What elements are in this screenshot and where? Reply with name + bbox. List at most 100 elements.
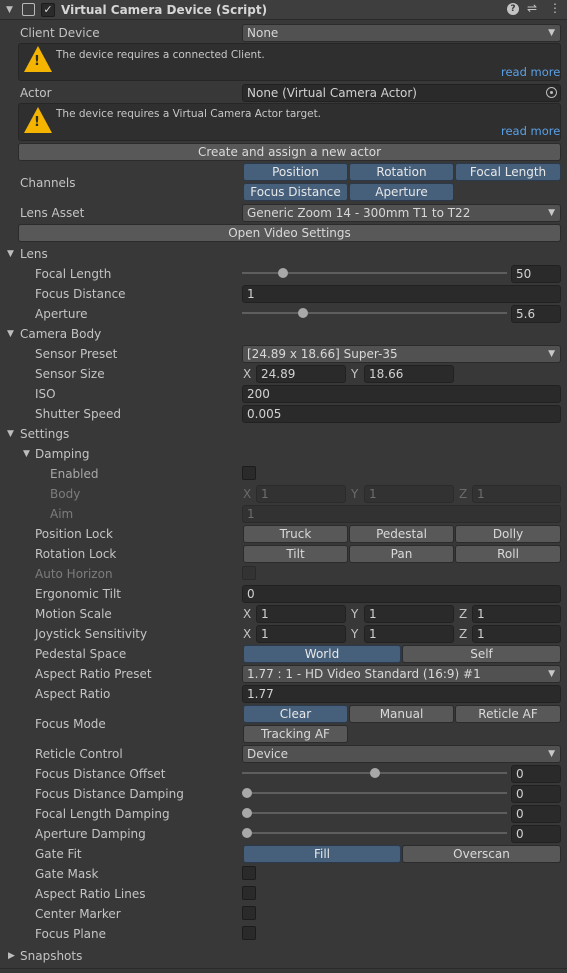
aspect-ratio-preset-label: Aspect Ratio Preset [35,667,152,681]
aspect-ratio-field[interactable]: 1.77 [242,685,561,703]
position-lock-pedestal-button[interactable]: Pedestal [349,525,454,543]
object-picker-icon[interactable] [546,87,557,98]
damping-enabled-label: Enabled [50,467,99,481]
aspect-ratio-preset-dropdown[interactable]: 1.77 : 1 - HD Video Standard (16:9) #1 ▼ [242,665,561,683]
client-device-value: None [247,26,279,40]
help-client-read-more-link[interactable]: read more [501,65,560,79]
joystick-y-field[interactable]: 1 [364,625,454,643]
rotation-lock-pan-button[interactable]: Pan [349,545,454,563]
damping-foldout-arrow[interactable]: ▼ [23,444,30,464]
motion-scale-y-field[interactable]: 1 [364,605,454,623]
focus-plane-checkbox[interactable] [242,926,256,940]
motion-scale-z-field[interactable]: 1 [472,605,561,623]
focus-distance-damping-label: Focus Distance Damping [35,787,184,801]
damping-body-label: Body [50,487,81,501]
focus-mode-tracking-af-button[interactable]: Tracking AF [243,725,348,743]
settings-foldout-arrow[interactable]: ▼ [7,424,14,444]
center-marker-checkbox[interactable] [242,906,256,920]
sensor-preset-dropdown[interactable]: [24.89 x 18.66] Super-35 ▼ [242,345,561,363]
ergonomic-tilt-field[interactable]: 0 [242,585,561,603]
presets-icon[interactable]: ⇌ [527,1,537,15]
body-z-label: Z [459,487,468,501]
channel-focal-length-button[interactable]: Focal Length [455,163,561,181]
aspect-ratio-lines-label: Aspect Ratio Lines [35,887,146,901]
aperture-field[interactable]: 5.6 [511,305,561,323]
header-foldout-arrow[interactable]: ▼ [6,0,13,20]
motion-scale-x-field[interactable]: 1 [256,605,346,623]
focus-mode-reticle-af-button[interactable]: Reticle AF [455,705,561,723]
focal-length-damping-field[interactable]: 0 [511,805,561,823]
lens-asset-dropdown[interactable]: Generic Zoom 14 - 300mm T1 to T22 ▼ [242,204,561,222]
pedestal-space-world-button[interactable]: World [243,645,401,663]
pedestal-space-label: Pedestal Space [35,647,127,661]
gate-fit-overscan-button[interactable]: Overscan [402,845,561,863]
channel-aperture-button[interactable]: Aperture [349,183,454,201]
aperture-damping-slider-track[interactable] [242,832,507,834]
focus-distance-field[interactable]: 1 [242,285,561,303]
body-x-label: X [243,487,252,501]
focus-distance-damping-slider-knob[interactable] [242,788,252,798]
rotation-lock-tilt-button[interactable]: Tilt [243,545,348,563]
actor-object-field[interactable]: None (Virtual Camera Actor) [242,84,561,102]
aperture-slider-track[interactable] [242,312,507,314]
help-icon[interactable]: ? [507,3,519,15]
damping-enabled-checkbox[interactable] [242,466,256,480]
aperture-damping-field[interactable]: 0 [511,825,561,843]
aspect-ratio-lines-checkbox[interactable] [242,886,256,900]
camera-body-section-title[interactable]: Camera Body [20,324,101,344]
focus-distance-damping-field[interactable]: 0 [511,785,561,803]
more-icon[interactable]: ⋮ [549,1,561,15]
gate-fit-fill-button[interactable]: Fill [243,845,401,863]
joystick-z-field[interactable]: 1 [472,625,561,643]
client-device-dropdown[interactable]: None ▼ [242,24,561,42]
snapshots-foldout-arrow[interactable]: ▶ [8,946,15,966]
focus-distance-damping-slider-track[interactable] [242,792,507,794]
rotation-lock-label: Rotation Lock [35,547,117,561]
channel-position-button[interactable]: Position [243,163,348,181]
focal-length-field[interactable]: 50 [511,265,561,283]
create-actor-button[interactable]: Create and assign a new actor [18,143,561,161]
joystick-y-label: Y [351,627,359,641]
position-lock-dolly-button[interactable]: Dolly [455,525,561,543]
joystick-x-field[interactable]: 1 [256,625,346,643]
focal-length-slider-knob[interactable] [277,268,288,278]
enabled-checkbox[interactable]: ✓ [41,3,55,17]
gate-mask-label: Gate Mask [35,867,99,881]
focus-distance-offset-label: Focus Distance Offset [35,767,166,781]
lens-section-title[interactable]: Lens [20,244,48,264]
position-lock-truck-button[interactable]: Truck [243,525,348,543]
chevron-down-icon: ▼ [548,669,555,679]
aperture-damping-label: Aperture Damping [35,827,146,841]
reticle-control-dropdown[interactable]: Device ▼ [242,745,561,763]
channel-focus-distance-button[interactable]: Focus Distance [243,183,348,201]
gate-mask-checkbox[interactable] [242,866,256,880]
pedestal-space-self-button[interactable]: Self [402,645,561,663]
focus-distance-offset-field[interactable]: 0 [511,765,561,783]
reticle-control-value: Device [247,747,289,761]
auto-horizon-label: Auto Horizon [35,567,113,581]
focus-mode-clear-button[interactable]: Clear [243,705,348,723]
focus-distance-offset-slider-knob[interactable] [369,768,380,778]
settings-section-title[interactable]: Settings [20,424,69,444]
focal-length-damping-slider-knob[interactable] [242,808,252,818]
sensor-size-y-field[interactable]: 18.66 [364,365,454,383]
snapshots-section-title[interactable]: Snapshots [20,946,82,966]
rotation-lock-roll-button[interactable]: Roll [455,545,561,563]
script-icon [22,3,35,16]
aperture-slider-knob[interactable] [298,308,309,318]
damping-title[interactable]: Damping [35,444,89,464]
aperture-damping-slider-knob[interactable] [242,828,252,838]
focal-length-damping-slider-track[interactable] [242,812,507,814]
open-video-settings-button[interactable]: Open Video Settings [18,224,561,242]
channel-rotation-button[interactable]: Rotation [349,163,454,181]
lens-foldout-arrow[interactable]: ▼ [7,244,14,264]
aim-field: 1 [242,505,561,523]
shutter-speed-field[interactable]: 0.005 [242,405,561,423]
focus-mode-manual-button[interactable]: Manual [349,705,454,723]
camera-body-foldout-arrow[interactable]: ▼ [7,324,14,344]
sensor-size-x-field[interactable]: 24.89 [256,365,346,383]
help-actor-read-more-link[interactable]: read more [501,124,560,138]
focus-distance-label: Focus Distance [35,287,126,301]
joystick-sensitivity-label: Joystick Sensitivity [35,627,148,641]
iso-field[interactable]: 200 [242,385,561,403]
